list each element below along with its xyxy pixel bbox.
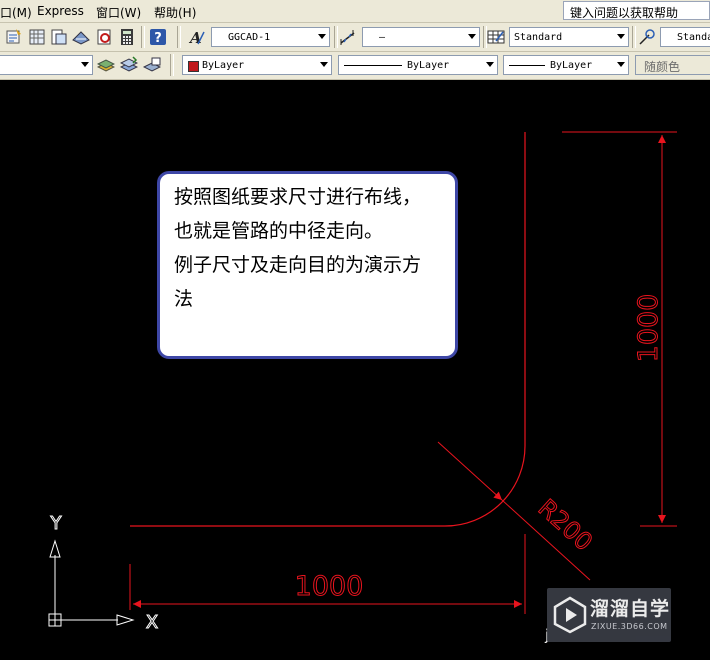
watermark-logo: 溜溜自学 ZIXUE.3D66.COM xyxy=(547,588,671,642)
layer-previous-icon[interactable] xyxy=(120,56,138,74)
toolbar-separator xyxy=(141,26,145,48)
annotation-line: 例子尺寸及走向目的为演示方 xyxy=(174,254,422,276)
radius-leader[interactable] xyxy=(437,441,503,501)
design-center-icon[interactable] xyxy=(28,28,46,46)
linetype-select[interactable]: ByLayer xyxy=(338,55,498,75)
annotation-line: 法 xyxy=(174,288,194,310)
dimension-style-icon[interactable] xyxy=(339,28,357,46)
ucs-y-label: Y xyxy=(50,513,63,534)
table-style-icon[interactable] xyxy=(487,28,505,46)
watermark-url: ZIXUE.3D66.COM xyxy=(591,622,668,631)
annotation-line: 按照图纸要求尺寸进行布线， xyxy=(174,186,422,208)
sheet-set-icon[interactable] xyxy=(72,28,90,46)
ucs-icon xyxy=(48,539,135,627)
menu-modify[interactable]: 口(M) xyxy=(0,4,32,21)
layer-states-icon[interactable] xyxy=(143,56,161,74)
multileader-style-select[interactable]: Standa xyxy=(660,27,710,47)
play-logo-icon xyxy=(553,596,587,634)
properties-icon[interactable] xyxy=(5,28,23,46)
toolbar-separator xyxy=(177,26,181,48)
toolbar-separator xyxy=(334,26,338,48)
plot-style-select[interactable]: 随颜色 xyxy=(635,55,710,75)
dim-text-horizontal[interactable]: 1000 xyxy=(294,571,364,603)
menu-express[interactable]: Express xyxy=(37,4,84,18)
ucs-x-label: X xyxy=(146,612,158,633)
markup-icon[interactable] xyxy=(95,28,113,46)
lineweight-select[interactable]: ByLayer xyxy=(503,55,629,75)
color-select[interactable]: ByLayer xyxy=(182,55,332,75)
dim-text-vertical[interactable]: 1000 xyxy=(633,293,665,363)
calculator-icon[interactable] xyxy=(118,28,136,46)
menu-help[interactable]: 帮助(H) xyxy=(154,4,196,21)
toolbar-separator xyxy=(632,26,636,48)
color-swatch xyxy=(188,61,199,72)
toolbar-separator xyxy=(170,54,174,76)
make-object-layer-current-icon[interactable] xyxy=(97,56,115,74)
annotation-text: 按照图纸要求尺寸进行布线， 也就是管路的中径走向。 例子尺寸及走向目的为演示方 … xyxy=(174,180,454,316)
tool-palettes-icon[interactable] xyxy=(50,28,68,46)
annotation-line: 也就是管路的中径走向。 xyxy=(174,220,384,242)
dimension-style-select[interactable]: — xyxy=(362,27,480,47)
styles-toolbar: ? A GGCAD-1 — Standard Standa xyxy=(0,23,710,52)
linetype-preview xyxy=(344,65,402,66)
layer-select[interactable] xyxy=(0,55,93,75)
text-style-icon[interactable]: A xyxy=(188,28,206,46)
drawing-canvas[interactable]: 1000 1000 R200 Y X j xyxy=(0,80,710,660)
help-search-input[interactable]: 键入问题以获取帮助 xyxy=(563,1,710,20)
menu-window[interactable]: 窗口(W) xyxy=(96,4,141,21)
text-style-select[interactable]: GGCAD-1 xyxy=(211,27,330,47)
table-style-select[interactable]: Standard xyxy=(509,27,629,47)
svg-text:?: ? xyxy=(154,31,162,46)
lineweight-preview xyxy=(509,65,545,66)
watermark-title: 溜溜自学 xyxy=(590,598,671,620)
dim-text-radius[interactable]: R200 xyxy=(532,493,598,557)
properties-toolbar: ByLayer ByLayer ByLayer 随颜色 xyxy=(0,52,710,80)
multileader-style-icon[interactable] xyxy=(638,28,656,46)
help-icon[interactable]: ? xyxy=(149,28,167,46)
svg-text:A: A xyxy=(188,29,202,46)
menu-bar: 口(M) Express 窗口(W) 帮助(H) 键入问题以获取帮助 xyxy=(0,0,710,23)
